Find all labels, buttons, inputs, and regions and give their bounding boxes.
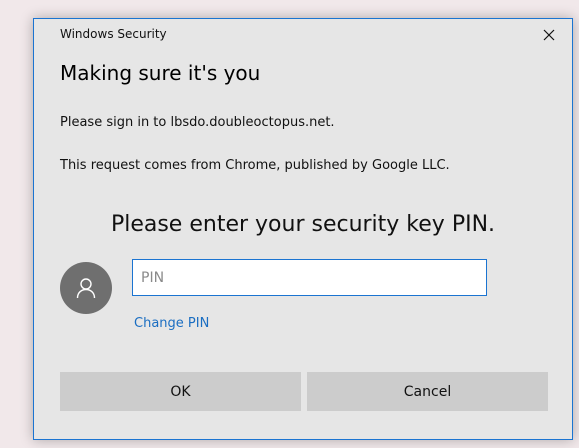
window-title: Windows Security [60, 27, 167, 41]
cancel-button[interactable]: Cancel [307, 372, 548, 411]
user-icon [76, 278, 96, 299]
ok-button[interactable]: OK [60, 372, 301, 411]
dialog-heading: Making sure it's you [60, 61, 261, 85]
change-pin-link[interactable]: Change PIN [134, 316, 209, 331]
close-icon [543, 29, 555, 41]
request-origin-text: This request comes from Chrome, publishe… [60, 158, 450, 173]
signin-text: Please sign in to lbsdo.doubleoctopus.ne… [60, 115, 335, 130]
avatar [60, 262, 112, 314]
close-button[interactable] [526, 19, 572, 51]
pin-input[interactable] [132, 259, 487, 296]
pin-prompt: Please enter your security key PIN. [110, 212, 496, 237]
security-dialog: Windows Security Making sure it's you Pl… [33, 18, 573, 440]
title-bar: Windows Security [34, 19, 572, 51]
